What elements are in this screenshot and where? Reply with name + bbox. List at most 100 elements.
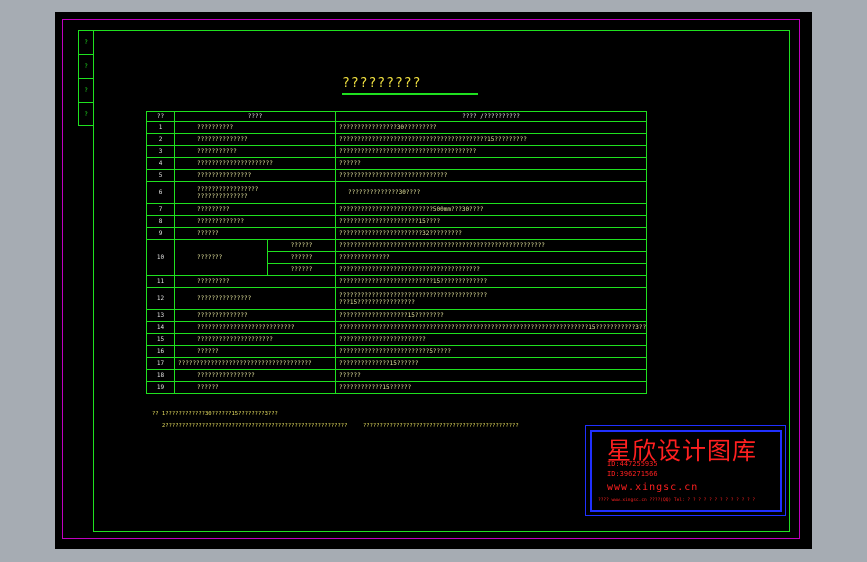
table-row: 8????????????? ??????????????????????15??… xyxy=(146,215,648,228)
table-row: 3???????????????????????????????????????… xyxy=(146,145,648,158)
row-num: 5 xyxy=(146,169,175,182)
row-num: 6 xyxy=(146,181,175,204)
row-requirement: ?????? xyxy=(335,369,648,382)
table-row: 14??????????????????????????????????????… xyxy=(146,321,648,334)
table-row: 5???????????????????????????????????????… xyxy=(146,169,648,182)
row-requirement: ??????????????????????????15????????????… xyxy=(335,275,648,288)
table-row: 16?????? ?????????????????????????5????? xyxy=(146,345,648,358)
stamp-qq-1: ID:447255935 xyxy=(607,460,658,468)
row-item: ????????? xyxy=(173,275,337,288)
table-row: 4??????????????????????????? xyxy=(146,157,648,170)
row-requirement: ???????????????????????? xyxy=(335,333,648,346)
row-requirement: ?????????????????????????????????????? xyxy=(335,145,648,158)
row-item: ????????????? xyxy=(173,215,337,228)
row-requirement: ??????????????15?????? xyxy=(335,357,648,370)
row-num: 13 xyxy=(146,309,175,322)
row-num: 11 xyxy=(146,275,175,288)
row-sub-item: ?????? xyxy=(266,251,337,264)
row-item: ?????? xyxy=(173,381,337,394)
table-row: 13?????????????? ???????????????????15???… xyxy=(146,309,648,322)
table-row: 7????????? ??????????????????????????500m… xyxy=(146,203,648,216)
title-underline xyxy=(342,93,478,95)
side-binding-strip: ? ? ? ? xyxy=(78,30,94,126)
row-requirement: ?????????????????????????????? xyxy=(335,169,648,182)
row-num: 15 xyxy=(146,333,175,346)
row-num: 8 xyxy=(146,215,175,228)
row-num: 10 xyxy=(146,239,175,276)
row-requirement: ?????????????????????????5????? xyxy=(335,345,648,358)
note-line-2a: 2???????????????????????????????????????… xyxy=(162,423,348,429)
spec-table: ?? ???? ???? /?????????? 1??????????????… xyxy=(146,111,648,394)
row-requirement: ?????????????? xyxy=(335,251,648,264)
stamp-website: www.xingsc.cn xyxy=(607,482,699,493)
row-num: 12 xyxy=(146,287,175,310)
row-requirement: ????????????????30????????? xyxy=(335,121,648,134)
table-row: 9?????? ???????????????????????32????????… xyxy=(146,227,648,240)
table-row: 11????????? ??????????????????????????15?… xyxy=(146,275,648,288)
row-item: ?????????????? xyxy=(173,133,337,146)
row-requirement: ????????????????????????????????????????… xyxy=(335,287,648,310)
table-row: 17??????????????????????????????????????… xyxy=(146,357,648,370)
row-item: ?????????????? xyxy=(173,309,337,322)
row-item: ??????????????? xyxy=(173,287,337,310)
row-item: ??????????????? xyxy=(173,169,337,182)
stamp-qq-2: ID:396271566 xyxy=(607,470,658,478)
row-item: ??????? xyxy=(174,239,268,276)
note-line-1: ?? 1????????????30??????15????????3??? xyxy=(152,411,278,417)
table-row: 15??????????????????????????????????????… xyxy=(146,333,648,346)
row-item: ????????????????????????????????????? xyxy=(173,357,337,370)
row-item: ????????????????????? xyxy=(173,333,337,346)
note-line-2b: ????????????????????????????????????????… xyxy=(363,423,519,429)
side-mark: ? xyxy=(79,55,93,79)
row-requirement: ??????????????????????15???? xyxy=(335,215,648,228)
row-requirement: ????????????15?????? xyxy=(335,381,648,394)
row-requirement: ??????????????30???? xyxy=(335,181,648,204)
table-header: ?? ???? ???? /?????????? xyxy=(146,111,648,122)
row-sub-item: ?????? xyxy=(266,263,337,276)
row-num: 19 xyxy=(146,381,175,394)
row-num: 18 xyxy=(146,369,175,382)
row-item: ?????????? xyxy=(173,121,337,134)
drawing-title: ????????? xyxy=(342,76,422,91)
row-sub-item: ?????? xyxy=(266,239,337,252)
row-num: 3 xyxy=(146,145,175,158)
table-row: 19?????? ????????????15?????? xyxy=(146,381,648,394)
table-row: 12??????????????????????????????????????… xyxy=(146,287,648,310)
row-num: 2 xyxy=(146,133,175,146)
side-mark: ? xyxy=(84,111,88,118)
stamp-footer: ???? www.xingsc.cn ????(QQ) Tel: ? ? ? ?… xyxy=(598,498,756,503)
row-item: ???????????????? xyxy=(173,369,337,382)
row-item: ?????? xyxy=(173,227,337,240)
row-num: 14 xyxy=(146,321,175,334)
row-requirement: ????????????????????????????????????????… xyxy=(335,133,648,146)
table-row: 18?????????????????????? xyxy=(146,369,648,382)
row-requirement: ??????????????????????????500mm???30???? xyxy=(335,203,648,216)
header-num: ?? xyxy=(146,111,175,122)
side-mark: ? xyxy=(79,31,93,55)
row-item: ?????? xyxy=(173,345,337,358)
table-row: 1?????????? ????????????????30????????? xyxy=(146,121,648,134)
row-requirement: ????????????????????????????????????????… xyxy=(335,321,648,334)
row-item: ????????? xyxy=(173,203,337,216)
row-num: 17 xyxy=(146,357,175,370)
table-row: 10??????????????????????????????????????… xyxy=(146,239,648,276)
row-requirement: ???????????????????????32????????? xyxy=(335,227,648,240)
table-row: 2???????????????????????????????????????… xyxy=(146,133,648,146)
row-num: 1 xyxy=(146,121,175,134)
row-num: 9 xyxy=(146,227,175,240)
row-item: ??????????? xyxy=(173,145,337,158)
row-requirement: ????????????????????????????????????????… xyxy=(335,239,648,252)
row-num: 4 xyxy=(146,157,175,170)
header-req: ???? /?????????? xyxy=(335,111,648,122)
row-num: 16 xyxy=(146,345,175,358)
row-requirement: ?????? xyxy=(335,157,648,170)
row-item: ??????????????????????????? xyxy=(173,321,337,334)
row-requirement: ???????????????????15???????? xyxy=(335,309,648,322)
side-mark: ? xyxy=(79,79,93,103)
row-num: 7 xyxy=(146,203,175,216)
row-requirement: ??????????????????????????????????????? xyxy=(335,263,648,276)
row-item: ????????????????? ?????????????? xyxy=(173,181,337,204)
header-item: ???? xyxy=(173,111,337,122)
row-item: ????????????????????? xyxy=(173,157,337,170)
table-row: 6????????????????? ?????????????????????… xyxy=(146,181,648,204)
